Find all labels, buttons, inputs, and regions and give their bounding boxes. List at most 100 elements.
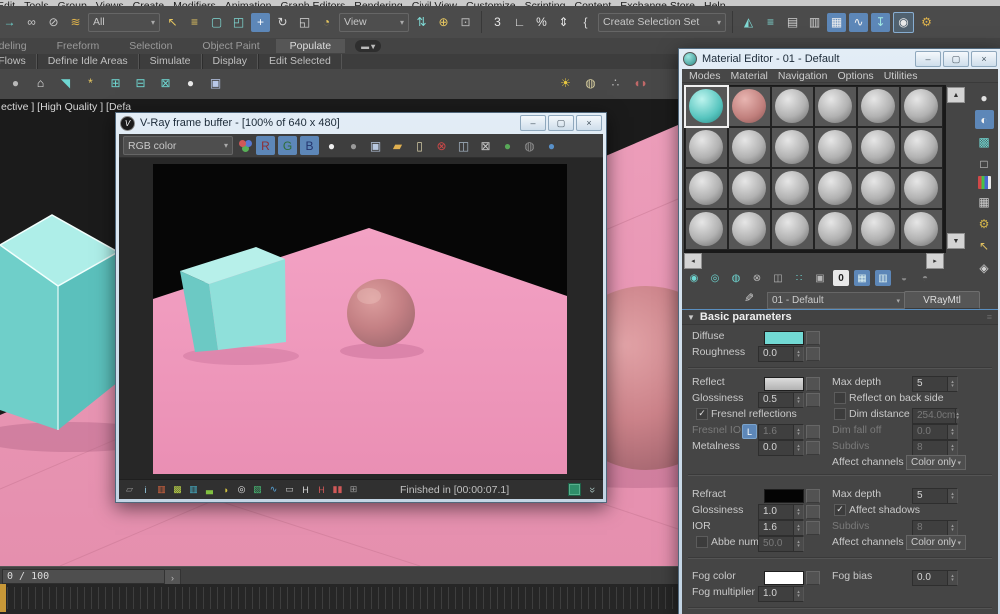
reflect-color-swatch[interactable] bbox=[764, 377, 804, 391]
refract-max-depth-spinner[interactable]: ▴▾ bbox=[947, 489, 957, 503]
rectangular-selection-region-icon[interactable]: ▢ bbox=[207, 13, 226, 32]
material-editor-menu-item[interactable]: Utilities bbox=[884, 70, 918, 82]
metalness-map-button[interactable] bbox=[806, 441, 820, 455]
material-sample-20[interactable] bbox=[728, 209, 771, 250]
ribbon-t[interactable]: Populate bbox=[276, 39, 345, 53]
snaps-toggle-icon[interactable]: 3 bbox=[488, 13, 507, 32]
keyboard-shortcut-override-icon[interactable]: ⊡ bbox=[456, 13, 475, 32]
max-depth-field[interactable]: 5▴▾ bbox=[912, 376, 958, 392]
material-sample-4[interactable] bbox=[814, 86, 857, 127]
window-crossing-icon[interactable]: ◰ bbox=[229, 13, 248, 32]
vfb-options-icon[interactable] bbox=[568, 483, 581, 496]
material-sample-7[interactable] bbox=[685, 127, 728, 168]
region-render-icon[interactable]: ◍ bbox=[520, 136, 539, 155]
dim-fall-off-field[interactable]: 0.0▴▾ bbox=[912, 424, 958, 440]
material-sample-24[interactable] bbox=[900, 209, 943, 250]
magic-wand-icon[interactable]: * bbox=[81, 73, 100, 92]
glossiness-spinner[interactable]: ▴▾ bbox=[793, 393, 803, 407]
roughness-map-button[interactable] bbox=[806, 347, 820, 361]
fog-multiplier-spinner[interactable]: ▴▾ bbox=[793, 587, 803, 601]
vfb-titlebar[interactable]: V V-Ray frame buffer - [100% of 640 x 48… bbox=[116, 113, 606, 133]
rendered-frame-window-icon[interactable]: ▣ bbox=[206, 73, 225, 92]
populate-panel-button[interactable]: Edit Selected bbox=[258, 54, 342, 69]
backlight-icon[interactable]: ◐ bbox=[975, 110, 994, 129]
refract-glossiness-field[interactable]: 1.0▴▾ bbox=[758, 504, 804, 520]
material-editor-menu-item[interactable]: Modes bbox=[689, 70, 721, 82]
put-to-library-icon[interactable]: ▣ bbox=[812, 270, 828, 286]
fresnel-reflections-checkbox[interactable]: ✓ bbox=[696, 408, 708, 420]
material-sample-2[interactable] bbox=[728, 86, 771, 127]
dim-distance-spinner[interactable]: ▴▾ bbox=[955, 409, 959, 423]
subdivs-field[interactable]: 8▴▾ bbox=[912, 440, 958, 456]
ribbon-config-icon[interactable]: ▬ ▾ bbox=[355, 40, 381, 52]
refract-subdivs-field[interactable]: 8▴▾ bbox=[912, 520, 958, 536]
exposure-icon[interactable]: ◑ bbox=[219, 483, 232, 496]
put-material-to-scene-icon[interactable]: ◎ bbox=[707, 270, 723, 286]
duplicate-to-host-frame-buffer-icon[interactable]: ◫ bbox=[454, 136, 473, 155]
sphere-tool-icon[interactable]: ● bbox=[6, 73, 25, 92]
percent-snap-icon[interactable]: % bbox=[532, 13, 551, 32]
bind-to-space-warp-icon[interactable]: ≋ bbox=[66, 13, 85, 32]
material-map-navigator-icon[interactable]: ◈ bbox=[975, 258, 994, 277]
render-setup-icon[interactable]: ⚙ bbox=[917, 13, 936, 32]
ribbon-t[interactable]: Selection bbox=[115, 39, 186, 53]
roughness-spinner[interactable]: ▴▾ bbox=[793, 347, 803, 361]
curve-editor-icon[interactable]: ∿ bbox=[849, 13, 868, 32]
material-sample-16[interactable] bbox=[814, 168, 857, 209]
basic-parameters-rollout[interactable]: ▼ Basic parameters ≡ bbox=[682, 309, 998, 325]
affect-channels-dropdown[interactable]: Color only▾ bbox=[906, 455, 966, 470]
curve-correction-icon[interactable]: ∿ bbox=[267, 483, 280, 496]
minimize-button[interactable]: – bbox=[915, 51, 941, 67]
render-to-tray-icon[interactable]: ↧ bbox=[871, 13, 890, 32]
spinner-snap-icon[interactable]: ⇕ bbox=[554, 13, 573, 32]
material-sample-5[interactable] bbox=[857, 86, 900, 127]
select-and-move-icon[interactable]: + bbox=[251, 13, 270, 32]
populate-panel-button[interactable]: Display bbox=[202, 54, 258, 69]
selection-filter-dropdown[interactable]: All▾ bbox=[88, 13, 160, 32]
select-object-icon[interactable]: ↖ bbox=[163, 13, 182, 32]
vfb-channel-dropdown[interactable]: RGB color▾ bbox=[123, 136, 233, 155]
material-sample-1[interactable] bbox=[685, 86, 728, 127]
reference-coordinate-dropdown[interactable]: View▾ bbox=[339, 13, 409, 32]
collapse-chevrons-icon[interactable]: » bbox=[586, 486, 598, 492]
pixel-aspect-icon[interactable]: ▩ bbox=[171, 483, 184, 496]
make-material-copy-icon[interactable]: ◫ bbox=[770, 270, 786, 286]
viewport-label[interactable]: ective ] [High Quality ] [Defa bbox=[1, 101, 131, 113]
diffuse-map-button[interactable] bbox=[806, 331, 820, 345]
switch-to-alpha-icon[interactable]: ● bbox=[322, 136, 341, 155]
sample-type-sphere-icon[interactable]: ● bbox=[975, 88, 994, 107]
container-create-icon[interactable]: ⊞ bbox=[106, 73, 125, 92]
metalness-spinner[interactable]: ▴▾ bbox=[793, 441, 803, 455]
fog-color-swatch[interactable] bbox=[764, 571, 804, 585]
material-editor-menu-item[interactable]: Options bbox=[838, 70, 874, 82]
green-channel-button[interactable]: G bbox=[278, 136, 297, 155]
ior-field[interactable]: 1.6▴▾ bbox=[758, 520, 804, 536]
rain-particles-icon[interactable]: ∴ bbox=[606, 73, 625, 92]
ior-spinner[interactable]: ▴▾ bbox=[793, 521, 803, 535]
refract-glossiness-map-button[interactable] bbox=[806, 505, 820, 519]
levels-icon[interactable]: ▥ bbox=[187, 483, 200, 496]
maximize-button[interactable]: ▢ bbox=[548, 115, 574, 131]
reflect-glossiness-map-button[interactable] bbox=[806, 393, 820, 407]
get-material-icon[interactable]: ◉ bbox=[686, 270, 702, 286]
select-and-link-icon[interactable]: ∞ bbox=[22, 13, 41, 32]
track-mouse-while-rendering-icon[interactable]: ⊠ bbox=[476, 136, 495, 155]
angle-snap-icon[interactable]: ∟ bbox=[510, 13, 529, 32]
minimize-button[interactable]: – bbox=[520, 115, 546, 131]
refract-subdivs-spinner[interactable]: ▴▾ bbox=[947, 521, 957, 535]
material-sample-14[interactable] bbox=[728, 168, 771, 209]
layer-explorer-icon[interactable]: ▥ bbox=[805, 13, 824, 32]
skylight-icon[interactable]: ◍ bbox=[581, 73, 600, 92]
compare-horizontal-icon[interactable]: ▮▮ bbox=[331, 483, 344, 496]
refract-max-depth-field[interactable]: 5▴▾ bbox=[912, 488, 958, 504]
clear-image-icon[interactable]: ⊗ bbox=[432, 136, 451, 155]
container-close-icon[interactable]: ⊠ bbox=[156, 73, 175, 92]
roughness-field[interactable]: 0.0▴▾ bbox=[758, 346, 804, 362]
render-last-icon[interactable]: ● bbox=[498, 136, 517, 155]
abbe-spinner[interactable]: ▴▾ bbox=[793, 537, 803, 551]
refract-map-button[interactable] bbox=[806, 489, 820, 503]
material-id-channel-icon[interactable]: 0 bbox=[833, 270, 849, 286]
populate-panel-button[interactable]: Simulate bbox=[139, 54, 202, 69]
material-editor-menu-item[interactable]: Navigation bbox=[778, 70, 828, 82]
spray-tool-icon[interactable]: ◥ bbox=[56, 73, 75, 92]
